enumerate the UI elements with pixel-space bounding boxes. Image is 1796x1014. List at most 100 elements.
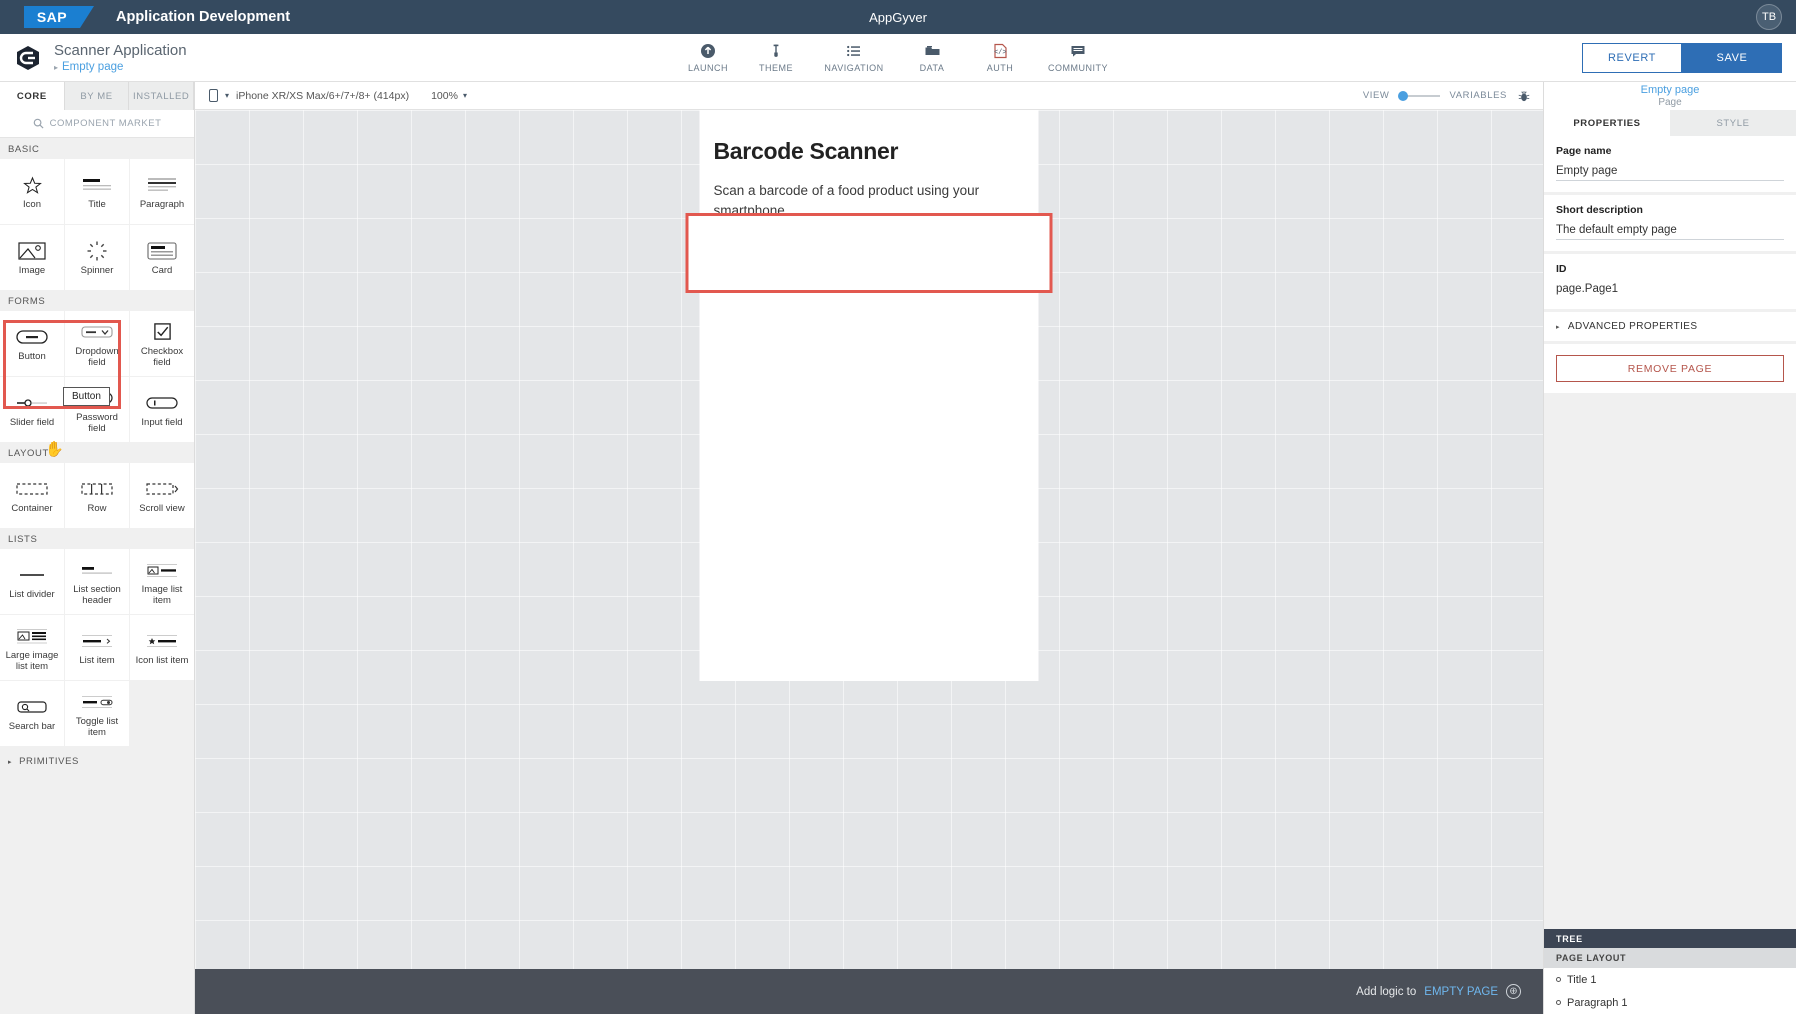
nav-tool-community[interactable]: COMMUNITY <box>1034 42 1122 73</box>
component-spinner[interactable]: Spinner <box>65 225 129 290</box>
save-button[interactable]: SAVE <box>1682 42 1782 73</box>
revert-button[interactable]: REVERT <box>1582 42 1682 73</box>
logic-bar: Add logic to EMPTY PAGE ⊕ <box>195 969 1543 1014</box>
sap-logo: SAP <box>24 6 94 28</box>
image-picture-icon <box>12 238 52 264</box>
component-row[interactable]: Row <box>65 463 129 528</box>
component-icon-list-item[interactable]: Icon list item <box>130 615 194 680</box>
tab-properties[interactable]: PROPERTIES <box>1544 110 1670 136</box>
field-label: Short description <box>1556 204 1643 216</box>
component-list-divider[interactable]: List divider <box>0 549 64 614</box>
preview-paragraph[interactable]: Scan a barcode of a food product using y… <box>700 165 1039 220</box>
component-paragraph[interactable]: Paragraph <box>130 159 194 224</box>
nav-tool-label: AUTH <box>986 63 1014 73</box>
tab-core[interactable]: CORE <box>0 82 65 110</box>
nav-tool-navigation[interactable]: NAVIGATION <box>810 42 898 73</box>
preview-title[interactable]: Barcode Scanner <box>700 110 1039 165</box>
canvas-column: ▾ iPhone XR/XS Max/6+/7+/8+ (414px) 100%… <box>195 82 1543 1014</box>
plus-circle-icon[interactable]: ⊕ <box>1506 984 1521 999</box>
tree-item-paragraph-1[interactable]: Paragraph 1 <box>1544 991 1796 1014</box>
component-title[interactable]: Title <box>65 159 129 224</box>
advanced-properties-toggle[interactable]: ▸ ADVANCED PROPERTIES <box>1544 312 1796 341</box>
component-container[interactable]: Container <box>0 463 64 528</box>
drop-target-zone[interactable] <box>685 213 1053 293</box>
nav-tool-theme[interactable]: THEME <box>742 42 810 73</box>
canvas-area[interactable]: Barcode Scanner Scan a barcode of a food… <box>195 110 1543 969</box>
component-large-image-list-item[interactable]: Large image list item <box>0 615 64 680</box>
phone-preview[interactable]: Barcode Scanner Scan a barcode of a food… <box>685 110 1053 681</box>
chevron-down-icon: ▾ <box>462 91 467 100</box>
card-icon <box>142 238 182 264</box>
header-nav-tools: LAUNCH THEME NAVIGATION DATA </> AUTH CO… <box>0 42 1796 73</box>
section-header-lists: LISTS <box>0 528 194 549</box>
chevron-right-icon: ▸ <box>8 758 13 766</box>
component-button[interactable]: Button <box>0 311 64 376</box>
component-input-field[interactable]: Input field <box>130 377 194 442</box>
component-checkbox-field[interactable]: Checkbox field <box>130 311 194 376</box>
component-card[interactable]: Card <box>130 225 194 290</box>
tree-panel-header[interactable]: TREE <box>1544 929 1796 948</box>
navigation-icon <box>846 42 862 60</box>
appgyver-brand-label[interactable]: AppGyver <box>869 10 927 25</box>
tree-item-title-1[interactable]: Title 1 <box>1544 968 1796 991</box>
component-group-basic: Icon Title Paragraph Image Spinner Card <box>0 159 194 290</box>
star-outline-icon <box>12 172 52 198</box>
component-search-bar[interactable]: Search bar <box>0 681 64 746</box>
tab-style[interactable]: STYLE <box>1670 110 1796 136</box>
component-dropdown-field[interactable]: Dropdown field <box>65 311 129 376</box>
component-label: Icon list item <box>135 655 189 667</box>
toggle-knob <box>1397 90 1408 101</box>
component-market-button[interactable]: COMPONENT MARKET <box>0 110 194 138</box>
component-list[interactable]: BASIC Icon Title Paragraph Image Spinner… <box>0 138 194 1014</box>
svg-text:••••: •••• <box>87 395 106 404</box>
field-label: ID <box>1556 263 1567 275</box>
bug-icon[interactable] <box>1517 89 1531 103</box>
remove-page-button[interactable]: REMOVE PAGE <box>1556 355 1784 382</box>
component-scroll-view[interactable]: Scroll view <box>130 463 194 528</box>
nav-tool-data[interactable]: DATA <box>898 42 966 73</box>
variables-label: VARIABLES <box>1449 90 1507 101</box>
component-label: Title <box>88 199 106 211</box>
launch-icon <box>700 42 716 60</box>
short-description-input[interactable]: The default empty page <box>1556 224 1784 240</box>
component-toggle-list-item[interactable]: Toggle list item <box>65 681 129 746</box>
avatar-initials: TB <box>1761 11 1777 23</box>
auth-document-icon: </> <box>993 42 1008 60</box>
component-password-field[interactable]: •••• Password field <box>65 377 129 442</box>
nav-tool-label: LAUNCH <box>687 63 728 73</box>
app-header: Scanner Application ▸ Empty page LAUNCH … <box>0 34 1796 82</box>
component-list-item[interactable]: List item <box>65 615 129 680</box>
component-icon[interactable]: Icon <box>0 159 64 224</box>
nav-tool-auth[interactable]: </> AUTH <box>966 42 1034 73</box>
logic-page-link[interactable]: EMPTY PAGE <box>1424 986 1498 998</box>
logic-prefix: Add logic to <box>1356 985 1417 998</box>
properties-panel-header: Empty page Page <box>1544 82 1796 110</box>
data-folder-icon <box>924 42 941 60</box>
nav-tool-label: DATA <box>919 63 945 73</box>
nav-tool-launch[interactable]: LAUNCH <box>674 42 742 73</box>
tree-panel: PAGE LAYOUT Title 1 Paragraph 1 <box>1544 948 1796 1014</box>
component-label: Dropdown field <box>75 345 119 368</box>
component-list-section-header[interactable]: List section header <box>65 549 129 614</box>
header-actions: REVERT SAVE <box>1582 42 1782 73</box>
view-variables-toggle[interactable] <box>1397 90 1440 101</box>
chevron-right-icon: ▸ <box>1556 323 1560 331</box>
component-image-list-item[interactable]: Image list item <box>130 549 194 614</box>
component-image[interactable]: Image <box>0 225 64 290</box>
nav-tool-label: NAVIGATION <box>824 63 884 73</box>
page-name-input[interactable]: Empty page <box>1556 165 1784 181</box>
tab-by-me[interactable]: BY ME <box>65 82 130 110</box>
component-label: Button <box>18 351 46 363</box>
properties-panel: Empty page Page PROPERTIES STYLE Page na… <box>1543 82 1796 1014</box>
component-slider-field[interactable]: Slider field <box>0 377 64 442</box>
zoom-selector[interactable]: 100% ▾ <box>431 90 467 102</box>
tab-installed[interactable]: INSTALLED <box>129 82 195 110</box>
selected-element-name[interactable]: Empty page <box>1641 84 1700 97</box>
title-lines-icon <box>77 172 117 198</box>
avatar[interactable]: TB <box>1756 4 1782 30</box>
device-selector[interactable]: ▾ iPhone XR/XS Max/6+/7+/8+ (414px) <box>209 89 409 102</box>
section-header-primitives[interactable]: ▸ PRIMITIVES <box>0 746 194 777</box>
icon-list-item-icon <box>142 628 182 654</box>
container-dashed-icon <box>12 476 52 502</box>
section-header-forms: FORMS <box>0 290 194 311</box>
